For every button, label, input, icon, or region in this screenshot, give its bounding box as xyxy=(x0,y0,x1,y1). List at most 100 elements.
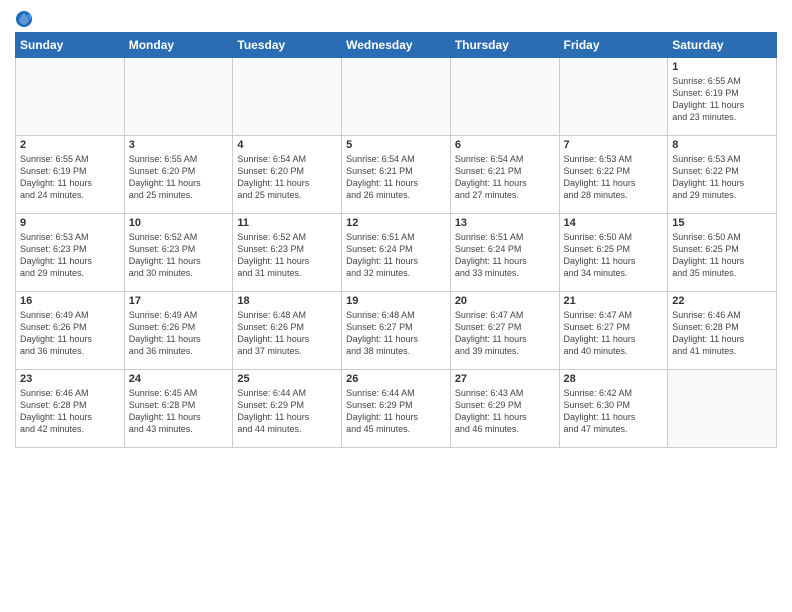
day-cell: 26 Sunrise: 6:44 AM Sunset: 6:29 PM Dayli… xyxy=(342,370,451,448)
day-cell: 6 Sunrise: 6:54 AM Sunset: 6:21 PM Daylig… xyxy=(450,136,559,214)
week-row-3: 16 Sunrise: 6:49 AM Sunset: 6:26 PM Dayli… xyxy=(16,292,777,370)
day-cell: 1 Sunrise: 6:55 AM Sunset: 6:19 PM Daylig… xyxy=(668,58,777,136)
day-cell: 16 Sunrise: 6:49 AM Sunset: 6:26 PM Dayli… xyxy=(16,292,125,370)
day-cell: 3 Sunrise: 6:55 AM Sunset: 6:20 PM Daylig… xyxy=(124,136,233,214)
day-cell xyxy=(668,370,777,448)
day-info: Sunrise: 6:48 AM Sunset: 6:26 PM Dayligh… xyxy=(237,309,337,358)
day-info: Sunrise: 6:42 AM Sunset: 6:30 PM Dayligh… xyxy=(564,387,664,436)
day-info: Sunrise: 6:55 AM Sunset: 6:20 PM Dayligh… xyxy=(129,153,229,202)
day-info: Sunrise: 6:49 AM Sunset: 6:26 PM Dayligh… xyxy=(129,309,229,358)
day-info: Sunrise: 6:53 AM Sunset: 6:23 PM Dayligh… xyxy=(20,231,120,280)
day-cell: 25 Sunrise: 6:44 AM Sunset: 6:29 PM Dayli… xyxy=(233,370,342,448)
day-info: Sunrise: 6:44 AM Sunset: 6:29 PM Dayligh… xyxy=(346,387,446,436)
day-info: Sunrise: 6:50 AM Sunset: 6:25 PM Dayligh… xyxy=(564,231,664,280)
day-number: 11 xyxy=(237,217,337,229)
day-info: Sunrise: 6:50 AM Sunset: 6:25 PM Dayligh… xyxy=(672,231,772,280)
day-number: 25 xyxy=(237,373,337,385)
day-number: 12 xyxy=(346,217,446,229)
logo-icon xyxy=(15,10,33,28)
day-number: 1 xyxy=(672,61,772,73)
day-number: 20 xyxy=(455,295,555,307)
day-cell: 7Sunrise: 6:53 AM Sunset: 6:22 PM Daylig… xyxy=(559,136,668,214)
day-cell: 11 Sunrise: 6:52 AM Sunset: 6:23 PM Dayli… xyxy=(233,214,342,292)
day-number: 17 xyxy=(129,295,229,307)
day-info: Sunrise: 6:47 AM Sunset: 6:27 PM Dayligh… xyxy=(564,309,664,358)
day-info: Sunrise: 6:45 AM Sunset: 6:28 PM Dayligh… xyxy=(129,387,229,436)
week-row-2: 9 Sunrise: 6:53 AM Sunset: 6:23 PM Daylig… xyxy=(16,214,777,292)
day-cell: 2 Sunrise: 6:55 AM Sunset: 6:19 PM Daylig… xyxy=(16,136,125,214)
day-cell: 28 Sunrise: 6:42 AM Sunset: 6:30 PM Dayli… xyxy=(559,370,668,448)
week-row-0: 1 Sunrise: 6:55 AM Sunset: 6:19 PM Daylig… xyxy=(16,58,777,136)
day-number: 19 xyxy=(346,295,446,307)
day-info: Sunrise: 6:44 AM Sunset: 6:29 PM Dayligh… xyxy=(237,387,337,436)
day-info: Sunrise: 6:54 AM Sunset: 6:21 PM Dayligh… xyxy=(455,153,555,202)
day-number: 8 xyxy=(672,139,772,151)
day-cell: 10 Sunrise: 6:52 AM Sunset: 6:23 PM Dayli… xyxy=(124,214,233,292)
day-cell: 23 Sunrise: 6:46 AM Sunset: 6:28 PM Dayli… xyxy=(16,370,125,448)
day-number: 3 xyxy=(129,139,229,151)
day-number: 15 xyxy=(672,217,772,229)
day-number: 18 xyxy=(237,295,337,307)
day-info: Sunrise: 6:53 AM Sunset: 6:22 PM Dayligh… xyxy=(672,153,772,202)
day-cell: 19 Sunrise: 6:48 AM Sunset: 6:27 PM Dayli… xyxy=(342,292,451,370)
header-row: SundayMondayTuesdayWednesdayThursdayFrid… xyxy=(16,33,777,58)
day-info: Sunrise: 6:54 AM Sunset: 6:20 PM Dayligh… xyxy=(237,153,337,202)
day-number: 21 xyxy=(564,295,664,307)
logo xyxy=(15,10,35,28)
day-number: 2 xyxy=(20,139,120,151)
day-cell xyxy=(233,58,342,136)
day-info: Sunrise: 6:51 AM Sunset: 6:24 PM Dayligh… xyxy=(346,231,446,280)
day-cell: 14 Sunrise: 6:50 AM Sunset: 6:25 PM Dayli… xyxy=(559,214,668,292)
day-info: Sunrise: 6:54 AM Sunset: 6:21 PM Dayligh… xyxy=(346,153,446,202)
day-info: Sunrise: 6:52 AM Sunset: 6:23 PM Dayligh… xyxy=(237,231,337,280)
day-cell: 21 Sunrise: 6:47 AM Sunset: 6:27 PM Dayli… xyxy=(559,292,668,370)
day-info: Sunrise: 6:53 AM Sunset: 6:22 PM Dayligh… xyxy=(564,153,664,202)
day-number: 4 xyxy=(237,139,337,151)
day-number: 13 xyxy=(455,217,555,229)
day-number: 26 xyxy=(346,373,446,385)
day-cell: 24 Sunrise: 6:45 AM Sunset: 6:28 PM Dayli… xyxy=(124,370,233,448)
day-number: 6 xyxy=(455,139,555,151)
week-row-4: 23 Sunrise: 6:46 AM Sunset: 6:28 PM Dayli… xyxy=(16,370,777,448)
day-cell xyxy=(450,58,559,136)
day-info: Sunrise: 6:46 AM Sunset: 6:28 PM Dayligh… xyxy=(20,387,120,436)
day-cell: 9 Sunrise: 6:53 AM Sunset: 6:23 PM Daylig… xyxy=(16,214,125,292)
col-header-sunday: Sunday xyxy=(16,33,125,58)
day-cell xyxy=(342,58,451,136)
day-number: 14 xyxy=(564,217,664,229)
week-row-1: 2 Sunrise: 6:55 AM Sunset: 6:19 PM Daylig… xyxy=(16,136,777,214)
day-info: Sunrise: 6:52 AM Sunset: 6:23 PM Dayligh… xyxy=(129,231,229,280)
day-cell xyxy=(16,58,125,136)
day-number: 16 xyxy=(20,295,120,307)
day-info: Sunrise: 6:49 AM Sunset: 6:26 PM Dayligh… xyxy=(20,309,120,358)
day-cell: 8 Sunrise: 6:53 AM Sunset: 6:22 PM Daylig… xyxy=(668,136,777,214)
day-cell: 22Sunrise: 6:46 AM Sunset: 6:28 PM Dayli… xyxy=(668,292,777,370)
calendar-container: SundayMondayTuesdayWednesdayThursdayFrid… xyxy=(0,0,792,612)
day-number: 27 xyxy=(455,373,555,385)
day-info: Sunrise: 6:55 AM Sunset: 6:19 PM Dayligh… xyxy=(672,75,772,124)
day-number: 9 xyxy=(20,217,120,229)
day-cell xyxy=(559,58,668,136)
day-number: 5 xyxy=(346,139,446,151)
day-info: Sunrise: 6:47 AM Sunset: 6:27 PM Dayligh… xyxy=(455,309,555,358)
day-number: 23 xyxy=(20,373,120,385)
day-cell: 18 Sunrise: 6:48 AM Sunset: 6:26 PM Dayli… xyxy=(233,292,342,370)
col-header-saturday: Saturday xyxy=(668,33,777,58)
header xyxy=(15,10,777,28)
day-number: 10 xyxy=(129,217,229,229)
day-info: Sunrise: 6:43 AM Sunset: 6:29 PM Dayligh… xyxy=(455,387,555,436)
day-info: Sunrise: 6:55 AM Sunset: 6:19 PM Dayligh… xyxy=(20,153,120,202)
day-cell: 12 Sunrise: 6:51 AM Sunset: 6:24 PM Dayli… xyxy=(342,214,451,292)
day-info: Sunrise: 6:48 AM Sunset: 6:27 PM Dayligh… xyxy=(346,309,446,358)
day-number: 22 xyxy=(672,295,772,307)
day-info: Sunrise: 6:51 AM Sunset: 6:24 PM Dayligh… xyxy=(455,231,555,280)
day-number: 24 xyxy=(129,373,229,385)
day-cell: 5 Sunrise: 6:54 AM Sunset: 6:21 PM Daylig… xyxy=(342,136,451,214)
day-cell: 4 Sunrise: 6:54 AM Sunset: 6:20 PM Daylig… xyxy=(233,136,342,214)
day-number: 28 xyxy=(564,373,664,385)
col-header-monday: Monday xyxy=(124,33,233,58)
col-header-wednesday: Wednesday xyxy=(342,33,451,58)
col-header-friday: Friday xyxy=(559,33,668,58)
day-cell: 13 Sunrise: 6:51 AM Sunset: 6:24 PM Dayli… xyxy=(450,214,559,292)
day-cell xyxy=(124,58,233,136)
